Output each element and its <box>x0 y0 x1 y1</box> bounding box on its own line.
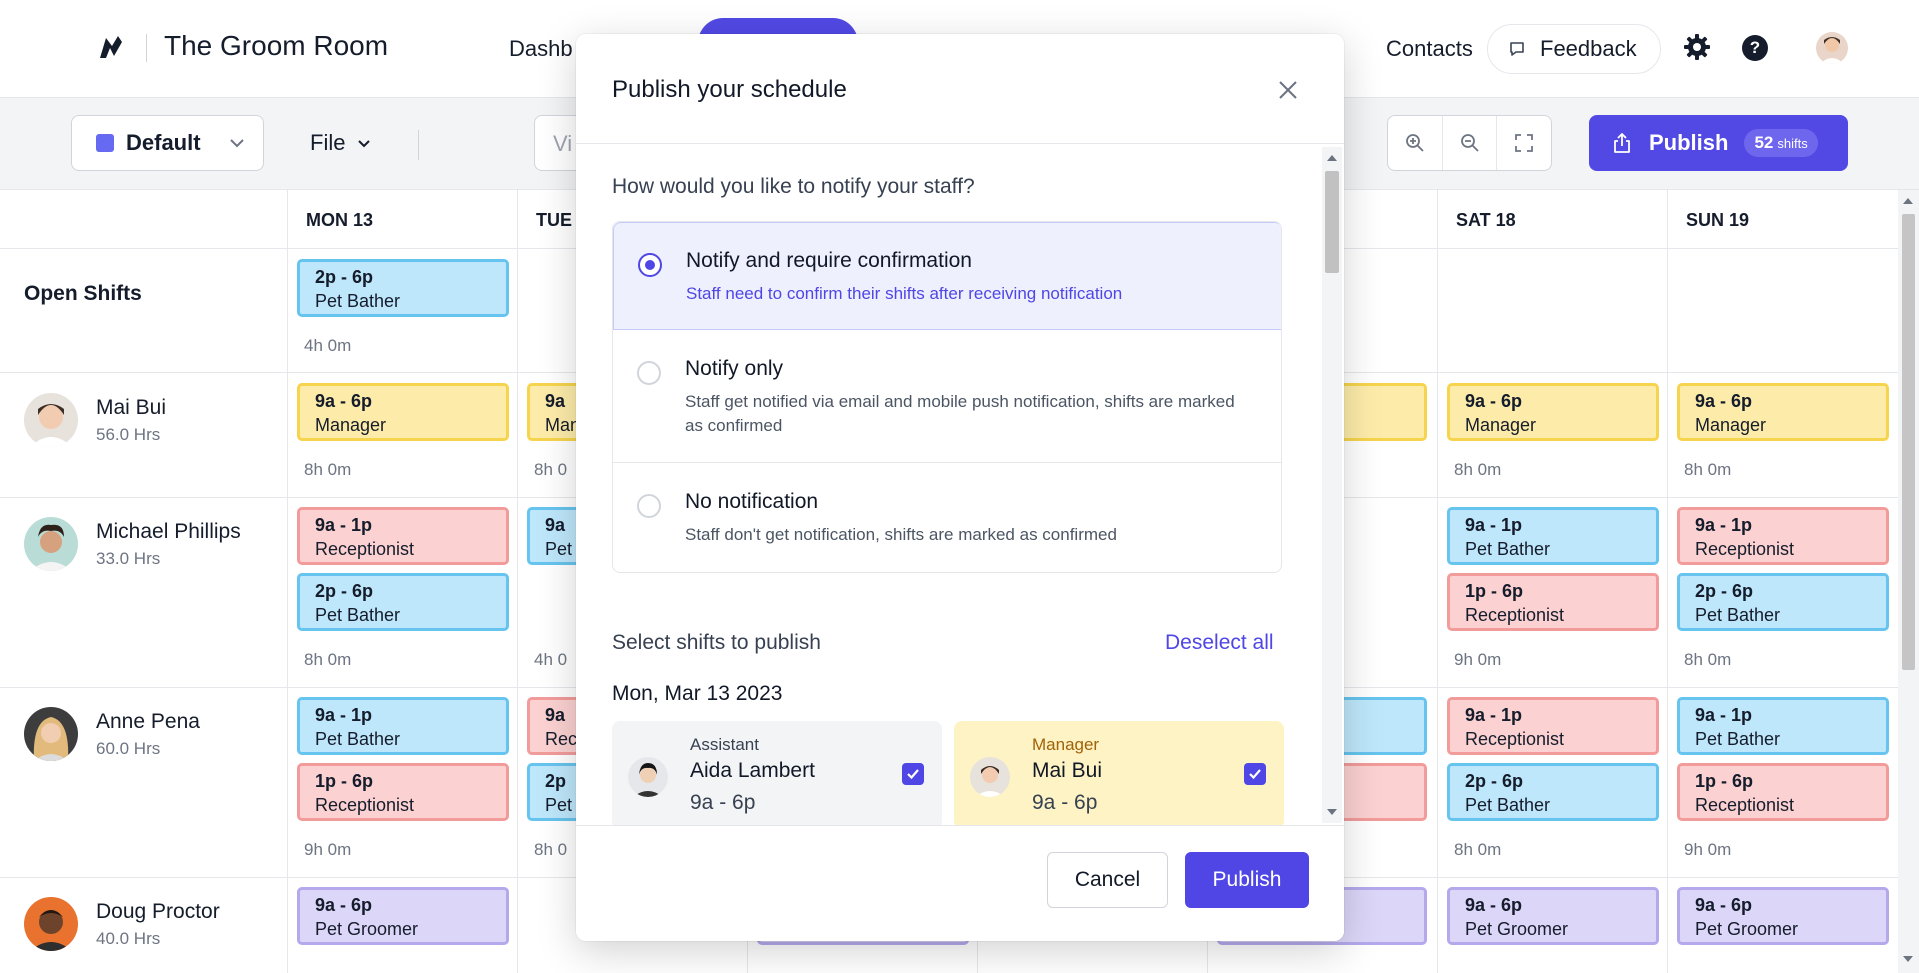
radio-unselected[interactable] <box>637 494 661 518</box>
card-name: Mai Bui <box>1032 759 1103 782</box>
cancel-button[interactable]: Cancel <box>1047 852 1168 908</box>
card-time: 9a - 6p <box>1032 791 1098 814</box>
scroll-down-arrow[interactable] <box>1327 809 1337 815</box>
scroll-up-arrow[interactable] <box>1327 155 1337 161</box>
modal-scrollbar[interactable] <box>1322 147 1342 823</box>
checkbox-checked[interactable] <box>1244 763 1266 785</box>
publish-modal: Publish your schedule How would you like… <box>576 34 1344 941</box>
close-icon[interactable] <box>1276 78 1300 102</box>
option-description: Staff get notified via email and mobile … <box>685 392 1235 435</box>
modal-body: How would you like to notify your staff?… <box>576 145 1344 825</box>
option-title: Notify and require confirmation <box>686 249 972 272</box>
option-no-notification[interactable]: No notification Staff don't get notifica… <box>613 463 1281 572</box>
option-description: Staff don't get notification, shifts are… <box>685 525 1117 544</box>
card-time: 9a - 6p <box>690 791 756 814</box>
notify-options: Notify and require confirmation Staff ne… <box>612 221 1282 573</box>
check-icon <box>1249 769 1261 780</box>
option-notify-confirm[interactable]: Notify and require confirmation Staff ne… <box>613 222 1281 330</box>
deselect-all-link[interactable]: Deselect all <box>1165 631 1274 655</box>
card-name: Aida Lambert <box>690 759 815 782</box>
publish-confirm-button[interactable]: Publish <box>1185 852 1309 908</box>
date-label: Mon, Mar 13 2023 <box>612 682 783 705</box>
notify-question: How would you like to notify your staff? <box>612 175 975 198</box>
option-notify-only[interactable]: Notify only Staff get notified via email… <box>613 330 1281 463</box>
shift-select-card[interactable]: Assistant Aida Lambert 9a - 6p <box>612 721 942 825</box>
card-role: Assistant <box>690 735 759 754</box>
check-icon <box>907 769 919 780</box>
avatar <box>628 757 668 797</box>
modal-title: Publish your schedule <box>612 76 847 103</box>
card-role: Manager <box>1032 735 1100 754</box>
shift-select-card[interactable]: Manager Mai Bui 9a - 6p <box>954 721 1284 825</box>
checkbox-checked[interactable] <box>902 763 924 785</box>
scroll-thumb[interactable] <box>1325 171 1339 273</box>
option-title: Notify only <box>685 357 784 380</box>
modal-header: Publish your schedule <box>576 34 1344 144</box>
select-shifts-title: Select shifts to publish <box>612 631 821 654</box>
avatar <box>970 757 1010 797</box>
option-description: Staff need to confirm their shifts after… <box>686 284 1123 303</box>
option-title: No notification <box>685 490 819 513</box>
radio-unselected[interactable] <box>637 361 661 385</box>
modal-footer: Cancel Publish <box>576 825 1344 941</box>
radio-selected[interactable] <box>638 253 662 277</box>
